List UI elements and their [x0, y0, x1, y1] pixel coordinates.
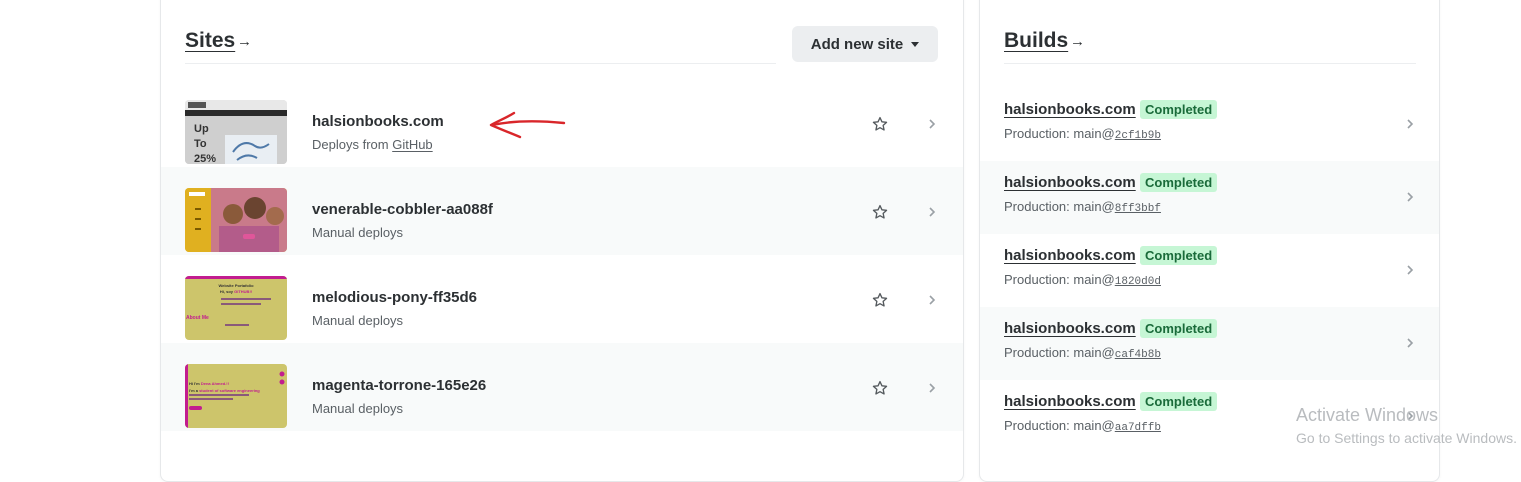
thumbnail-text: Hi I'm	[189, 381, 201, 386]
chevron-right-icon[interactable]	[927, 381, 937, 395]
thumbnail-text: About Me	[186, 315, 209, 321]
build-branch: Production: main@	[1004, 126, 1115, 141]
status-badge: Completed	[1140, 246, 1218, 265]
site-name[interactable]: magenta-torrone-165e26	[312, 377, 486, 394]
chevron-right-icon[interactable]	[1405, 263, 1415, 277]
site-row[interactable]: Website Portafolio Hi, soy GITHUB!! Abou…	[161, 255, 963, 343]
arrow-right-icon: →	[1070, 33, 1085, 50]
chevron-right-icon[interactable]	[1405, 190, 1415, 204]
chevron-right-icon[interactable]	[927, 293, 937, 307]
status-badge: Completed	[1140, 173, 1218, 192]
site-row[interactable]: venerable-cobbler-aa088f Manual deploys	[161, 167, 963, 255]
site-deploy-source: Manual deploys	[312, 225, 404, 240]
star-favorite-icon[interactable]	[871, 115, 889, 133]
build-context: Production: main@caf4b8b	[1004, 345, 1161, 361]
build-context: Production: main@aa7dffb	[1004, 418, 1161, 434]
add-new-site-button[interactable]: Add new site	[792, 26, 938, 62]
build-branch: Production: main@	[1004, 418, 1115, 433]
builds-title-link[interactable]: Builds	[1004, 29, 1068, 53]
site-row[interactable]: Hi I'm Dena Ahmed.!! I'm a student of so…	[161, 343, 963, 431]
star-favorite-icon[interactable]	[871, 379, 889, 397]
build-row[interactable]: halsionbooks.com Completed Production: m…	[980, 88, 1439, 161]
status-badge: Completed	[1140, 319, 1218, 338]
deploy-prefix: Deploys from	[312, 137, 393, 152]
thumbnail-text: To	[194, 138, 207, 150]
build-branch: Production: main@	[1004, 199, 1115, 214]
build-row[interactable]: halsionbooks.com Completed Production: m…	[980, 234, 1439, 307]
commit-hash[interactable]: caf4b8b	[1115, 349, 1161, 361]
header-divider	[1004, 63, 1416, 64]
annotation-arrow-icon	[489, 111, 566, 139]
thumbnail-text: I'm a	[189, 388, 200, 393]
site-deploy-source: Manual deploys	[312, 313, 404, 328]
thumbnail-text: GITHUB!!	[234, 289, 253, 294]
commit-hash[interactable]: aa7dffb	[1115, 422, 1161, 434]
chevron-down-icon	[911, 41, 920, 47]
site-thumbnail: Up To 25%	[185, 100, 287, 164]
status-badge: Completed	[1140, 392, 1218, 411]
chevron-right-icon[interactable]	[927, 205, 937, 219]
sites-title-link[interactable]: Sites	[185, 29, 235, 53]
site-thumbnail: Website Portafolio Hi, soy GITHUB!! Abou…	[185, 276, 287, 340]
build-context: Production: main@1820d0d	[1004, 272, 1161, 288]
sites-card: Sites → Add new site Up To 25% halsionbo…	[160, 0, 964, 482]
chevron-right-icon[interactable]	[927, 117, 937, 131]
build-site-name[interactable]: halsionbooks.com	[1004, 320, 1136, 337]
build-site-name[interactable]: halsionbooks.com	[1004, 393, 1136, 410]
build-site-name[interactable]: halsionbooks.com	[1004, 101, 1136, 118]
site-thumbnail: Hi I'm Dena Ahmed.!! I'm a student of so…	[185, 364, 287, 428]
star-favorite-icon[interactable]	[871, 291, 889, 309]
thumbnail-text: Up	[194, 123, 209, 135]
commit-hash[interactable]: 8ff3bbf	[1115, 203, 1161, 215]
chevron-right-icon[interactable]	[1405, 336, 1415, 350]
thumbnail-text: Dena Ahmed.!!	[200, 381, 229, 386]
arrow-right-icon: →	[237, 33, 252, 50]
site-name[interactable]: venerable-cobbler-aa088f	[312, 201, 493, 218]
build-branch: Production: main@	[1004, 345, 1115, 360]
chevron-right-icon[interactable]	[1405, 117, 1415, 131]
build-branch: Production: main@	[1004, 272, 1115, 287]
thumbnail-text: Hi, soy	[219, 289, 235, 294]
build-context: Production: main@8ff3bbf	[1004, 199, 1161, 215]
site-name[interactable]: halsionbooks.com	[312, 113, 444, 130]
header-divider	[185, 63, 776, 64]
site-deploy-source: Manual deploys	[312, 401, 404, 416]
build-row[interactable]: halsionbooks.com Completed Production: m…	[980, 161, 1439, 234]
commit-hash[interactable]: 2cf1b9b	[1115, 130, 1161, 142]
build-site-name[interactable]: halsionbooks.com	[1004, 174, 1136, 191]
activate-windows-watermark: Activate Windows	[1296, 405, 1439, 425]
site-deploy-source: Deploys from GitHub	[312, 137, 433, 152]
site-row[interactable]: Up To 25% halsionbooks.com Deploys from …	[161, 79, 963, 167]
activate-windows-hint: Go to Settings to activate Windows.	[1296, 430, 1517, 446]
thumbnail-text: student of software engineering	[199, 388, 260, 393]
site-name[interactable]: melodious-pony-ff35d6	[312, 289, 477, 306]
status-badge: Completed	[1140, 100, 1218, 119]
thumbnail-text: 25%	[194, 153, 217, 164]
build-row[interactable]: halsionbooks.com Completed Production: m…	[980, 307, 1439, 380]
github-link[interactable]: GitHub	[392, 137, 432, 152]
commit-hash[interactable]: 1820d0d	[1115, 276, 1161, 288]
site-thumbnail	[185, 188, 287, 252]
build-site-name[interactable]: halsionbooks.com	[1004, 247, 1136, 264]
add-new-site-label: Add new site	[810, 35, 904, 53]
build-context: Production: main@2cf1b9b	[1004, 126, 1161, 142]
star-favorite-icon[interactable]	[871, 203, 889, 221]
